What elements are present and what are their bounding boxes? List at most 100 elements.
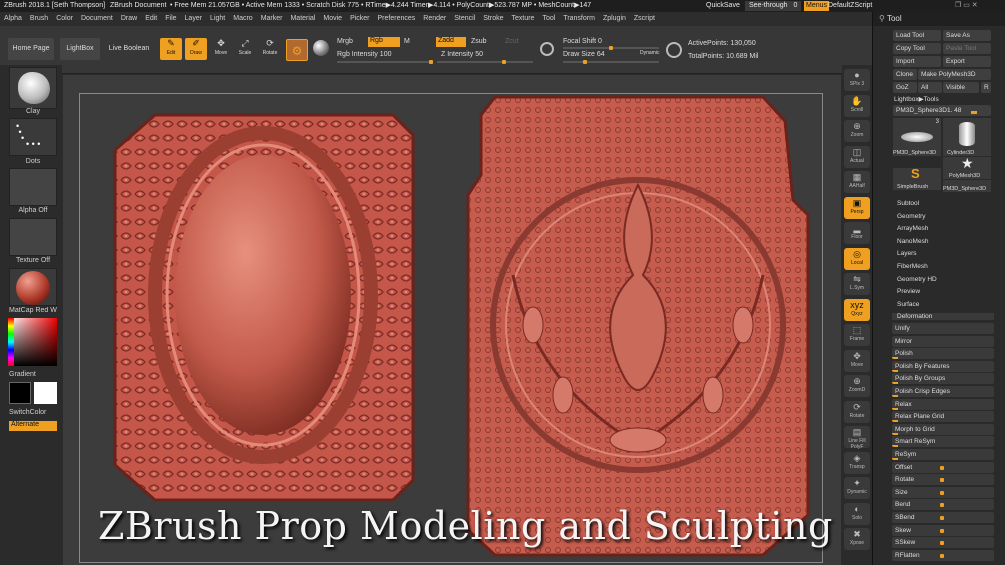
menu-preferences[interactable]: Preferences	[378, 15, 416, 22]
load-tool-button[interactable]: Load Tool	[893, 30, 941, 41]
menu-zscript[interactable]: Zscript	[634, 15, 655, 22]
deform-sbend-knob[interactable]	[940, 516, 944, 520]
z-intensity-slider[interactable]: Z Intensity 50	[441, 51, 483, 58]
scale-button[interactable]: ⤢ Scale	[234, 38, 256, 60]
zcut-button[interactable]: Zcut	[505, 38, 519, 45]
menu-marker[interactable]: Marker	[261, 15, 283, 22]
deform-sbend-slider[interactable]: SBend	[892, 512, 994, 523]
submenu-geometry-hd[interactable]: Geometry HD	[897, 276, 937, 283]
texture-thumbnail[interactable]	[9, 218, 57, 256]
submenu-layers[interactable]: Layers	[897, 250, 917, 257]
menu-color[interactable]: Color	[56, 15, 73, 22]
menu-layer[interactable]: Layer	[185, 15, 203, 22]
deform-skew-slider[interactable]: Skew	[892, 524, 994, 536]
deform-offset-slider[interactable]: Offset	[892, 461, 994, 473]
home-page-button[interactable]: Home Page	[8, 38, 54, 60]
tool-thumb-polymesh[interactable]: ★ PolyMesh3D	[943, 155, 991, 179]
deform-rotate-knob[interactable]	[940, 478, 944, 483]
menu-edit[interactable]: Edit	[145, 15, 157, 22]
clone-button[interactable]: Clone	[893, 69, 917, 80]
tool-thumb-sphere-2[interactable]: PM3D_Sphere3D	[943, 180, 991, 192]
deform-mirror-button[interactable]: Mirror	[892, 335, 994, 347]
export-button[interactable]: Export	[943, 56, 991, 67]
color-picker[interactable]	[8, 318, 57, 366]
lightbox-tools-link[interactable]: Lightbox▶Tools	[894, 95, 939, 103]
deform-size-slider[interactable]: Size	[892, 486, 994, 498]
m-button[interactable]: M	[404, 38, 410, 45]
shelf-persp-button[interactable]: ▣ Persp	[844, 196, 870, 219]
submenu-arraymesh[interactable]: ArrayMesh	[897, 225, 928, 232]
pin-icon[interactable]: ⚲	[879, 14, 887, 23]
shelf-local-button[interactable]: ◎ Local	[844, 247, 870, 270]
goz-button[interactable]: GoZ	[893, 82, 917, 93]
menu-zplugin[interactable]: Zplugin	[603, 15, 626, 22]
submenu-surface[interactable]: Surface	[897, 301, 919, 308]
move-button[interactable]: ✥ Move	[210, 38, 232, 60]
import-button[interactable]: Import	[893, 56, 941, 67]
menu-macro[interactable]: Macro	[233, 15, 252, 22]
shelf-actual-button[interactable]: ◫ Actual	[844, 145, 870, 168]
shelf-l-sym-button[interactable]: ⇋ L.Sym	[844, 273, 870, 295]
shelf-spix-3-button[interactable]: ● SPix 3	[844, 69, 870, 91]
hue-bar[interactable]	[8, 318, 14, 366]
submenu-fibermesh[interactable]: FiberMesh	[897, 263, 928, 270]
shelf-zoom-button[interactable]: ⊕ Zoom	[844, 120, 870, 142]
focal-shift-knob[interactable]	[609, 46, 613, 50]
r-button[interactable]: R	[981, 82, 991, 93]
menu-file[interactable]: File	[165, 15, 176, 22]
menu-light[interactable]: Light	[210, 15, 225, 22]
deform-polish-by-groups-button[interactable]: Polish By Groups	[892, 373, 994, 385]
tool-thumb-sphere[interactable]: 3 PM3D_Sphere3D	[893, 118, 941, 156]
menu-stencil[interactable]: Stencil	[454, 15, 475, 22]
shelf-scroll-button[interactable]: ✋ Scroll	[844, 94, 870, 117]
menu-document[interactable]: Document	[81, 15, 113, 22]
menu-stroke[interactable]: Stroke	[483, 15, 503, 22]
deform-relax-plane-grid-button[interactable]: Relax Plane Grid	[892, 411, 994, 423]
menu-material[interactable]: Material	[290, 15, 315, 22]
visible-button[interactable]: Visible	[943, 82, 979, 93]
zscript-label[interactable]: DefaultZScript	[828, 0, 872, 12]
material-thumbnail[interactable]	[9, 268, 57, 306]
rgb-intensity-knob[interactable]	[429, 60, 433, 64]
shelf-solo-button[interactable]: ◐ Solo	[844, 502, 870, 525]
window-controls[interactable]: ❐ ▭ ✕	[955, 0, 978, 12]
deform-bend-knob[interactable]	[940, 503, 944, 508]
draw-button[interactable]: ✐ Draw	[185, 38, 207, 60]
primary-color-swatch[interactable]	[9, 382, 31, 404]
deform-bend-slider[interactable]: Bend	[892, 499, 994, 511]
focal-shift-track[interactable]	[563, 46, 659, 50]
deform-sskew-knob[interactable]	[940, 541, 944, 546]
shelf-zoomd-button[interactable]: ⊕ ZoomD	[844, 375, 870, 397]
save-as-button[interactable]: Save As	[943, 30, 991, 41]
alpha-thumbnail[interactable]	[9, 168, 57, 206]
deform-morph-to-grid-button[interactable]: Morph to Grid	[892, 423, 994, 435]
deform-sskew-slider[interactable]: SSkew	[892, 537, 994, 549]
seethrough-slider[interactable]: See-through 0	[745, 1, 801, 11]
shelf-qxyz-button[interactable]: xyz Qxyz	[844, 298, 870, 321]
shelf-rotate-button[interactable]: ⟳ Rotate	[844, 400, 870, 423]
draw-size-slider[interactable]: Draw Size 64	[563, 51, 605, 58]
menu-transform[interactable]: Transform	[563, 15, 595, 22]
shelf-transp-button[interactable]: ◈ Transp	[844, 451, 870, 474]
deform-relax-button[interactable]: Relax	[892, 398, 994, 410]
deform-rotate-slider[interactable]: Rotate	[892, 474, 994, 486]
switchcolor-button[interactable]: SwitchColor	[9, 409, 57, 416]
deform-unify-button[interactable]: Unify	[892, 323, 994, 334]
deform-resym-button[interactable]: ReSym	[892, 449, 994, 460]
deform-polish-button[interactable]: Polish	[892, 348, 994, 360]
rgb-button[interactable]: Rgb	[368, 37, 400, 47]
make-polymesh-button[interactable]: Make PolyMesh3D	[918, 69, 991, 80]
shelf-move-button[interactable]: ✥ Move	[844, 349, 870, 372]
quicksave-button[interactable]: QuickSave	[706, 0, 740, 12]
z-intensity-track[interactable]	[437, 60, 533, 64]
menu-alpha[interactable]: Alpha	[4, 15, 22, 22]
submenu-geometry[interactable]: Geometry	[897, 213, 926, 220]
menu-render[interactable]: Render	[423, 15, 446, 22]
deform-size-knob[interactable]	[940, 490, 944, 495]
gradient-label[interactable]: Gradient	[9, 371, 57, 378]
zsub-button[interactable]: Zsub	[471, 38, 487, 45]
shelf-frame-button[interactable]: ⬚ Frame	[844, 324, 870, 346]
submenu-nanomesh[interactable]: NanoMesh	[897, 238, 928, 245]
rgb-intensity-slider[interactable]: Rgb Intensity 100	[337, 51, 391, 58]
paste-tool-button[interactable]: Paste Tool	[943, 43, 991, 54]
